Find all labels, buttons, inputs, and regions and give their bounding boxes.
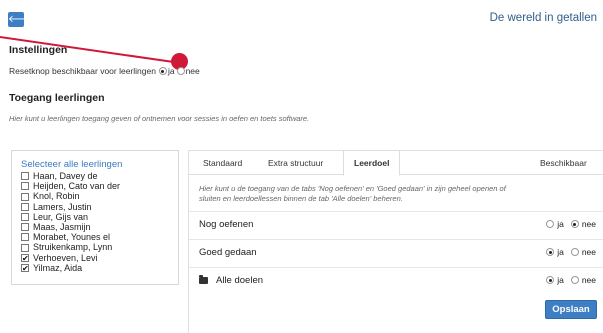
student-list: Selecteer alle leerlingen Haan, Davey de… [11,150,179,285]
student-item[interactable]: Knol, Robin [21,191,178,201]
student-name: Morabet, Younes el [33,232,111,243]
access-panel: Standaard Extra structuur Leerdoel Besch… [188,150,603,333]
student-checkbox[interactable] [21,192,29,201]
student-item[interactable]: Heijden, Cato van der [21,181,178,191]
access-description: Hier kunt u leerlingen toegang geven of … [9,114,310,123]
student-name: Heijden, Cato van der [33,181,121,192]
student-item[interactable]: ✔ Verhoeven, Levi [21,253,178,263]
nog-oefenen-yes-radio[interactable] [546,220,555,228]
row-label: Nog oefenen [199,219,254,230]
student-name: Leur, Gijs van [33,211,89,222]
row-goed-gedaan: Goed gedaan ja nee [189,239,603,265]
student-checkbox[interactable] [21,233,29,242]
student-checkbox[interactable] [21,212,29,221]
student-name: Maas, Jasmijn [33,222,91,233]
student-name: Yilmaz, Aida [33,262,83,273]
tab-description: Hier kunt u de toegang van de tabs 'Nog … [199,184,506,203]
student-checkbox[interactable] [21,243,29,252]
app-title: De wereld in getallen [489,12,597,24]
select-all-students-link[interactable]: Selecteer alle leerlingen [21,159,178,170]
student-name: Haan, Davey de [33,171,98,181]
folder-icon [199,275,208,284]
row-label: Alle doelen [216,275,264,286]
reset-no-label: nee [185,66,200,76]
nog-oefenen-no-radio[interactable] [570,220,579,228]
student-checkbox[interactable]: ✔ [21,253,29,262]
student-item[interactable]: Maas, Jasmijn [21,222,178,232]
reset-label: Resetknop beschikbaar voor leerlingen [9,66,156,76]
arrow-left-icon: 🡐 [8,14,35,25]
student-checkbox[interactable] [21,202,29,211]
no-label: nee [581,275,596,285]
student-item[interactable]: Morabet, Younes el [21,232,178,242]
student-item[interactable]: Leur, Gijs van [21,212,178,222]
student-name: Struikenkamp, Lynn [33,242,113,253]
student-checkbox[interactable] [21,223,29,232]
goed-gedaan-yes-radio[interactable] [546,248,555,256]
row-alle-doelen[interactable]: Alle doelen ja nee [189,267,603,293]
reset-setting-row: Resetknop beschikbaar voor leerlingen ja… [9,66,200,76]
student-name: Lamers, Justin [33,201,92,212]
student-item[interactable]: Lamers, Justin [21,202,178,212]
student-checkbox[interactable] [21,172,29,181]
reset-yes-radio[interactable] [158,67,167,75]
tab-standaard[interactable]: Standaard [203,151,242,175]
student-item[interactable]: ✔ Yilmaz, Aida [21,263,178,273]
yes-label: ja [557,247,564,257]
yes-label: ja [557,219,564,229]
access-title: Toegang leerlingen [9,92,105,104]
tab-beschikbaar[interactable]: Beschikbaar [540,151,587,175]
alle-doelen-no-radio[interactable] [570,276,579,284]
student-item[interactable]: Struikenkamp, Lynn [21,242,178,252]
student-item[interactable]: Haan, Davey de [21,171,178,181]
tab-bar: Standaard Extra structuur Leerdoel Besch… [189,150,603,176]
reset-no-radio[interactable] [176,67,185,75]
row-label: Goed gedaan [199,247,257,258]
student-checkbox[interactable] [21,182,29,191]
settings-title: Instellingen [9,44,68,56]
alle-doelen-yes-radio[interactable] [546,276,555,284]
goed-gedaan-no-radio[interactable] [570,248,579,256]
no-label: nee [581,219,596,229]
student-checkbox[interactable]: ✔ [21,263,29,272]
tab-leerdoel[interactable]: Leerdoel [343,150,401,176]
tab-extra-structuur[interactable]: Extra structuur [268,151,323,175]
save-button[interactable]: Opslaan [545,300,597,319]
row-nog-oefenen: Nog oefenen ja nee [189,211,603,237]
no-label: nee [581,247,596,257]
student-name: Knol, Robin [33,191,80,202]
reset-yes-label: ja [167,66,175,76]
yes-label: ja [557,275,564,285]
student-name: Verhoeven, Levi [33,252,98,263]
back-button[interactable]: 🡐 [8,12,35,27]
